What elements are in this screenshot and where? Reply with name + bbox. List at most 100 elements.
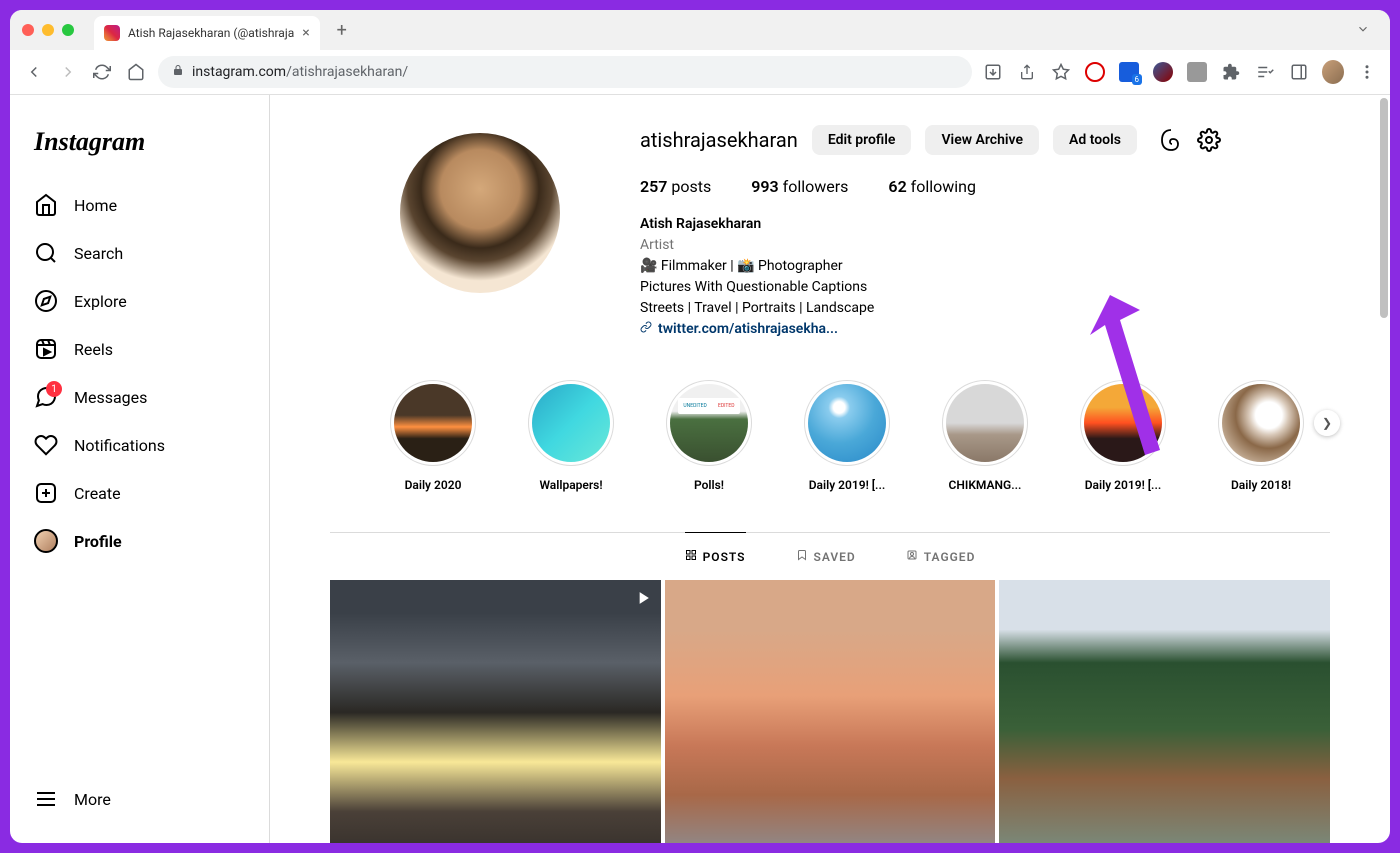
bio-line: 🎥 Filmmaker | 📸 Photographer xyxy=(640,256,1330,277)
sidebar-item-profile[interactable]: Profile xyxy=(22,517,257,565)
profile-avatar-icon[interactable] xyxy=(1322,61,1344,83)
tab-title: Atish Rajasekharan (@atishraja xyxy=(128,26,294,40)
scrollbar[interactable] xyxy=(1380,98,1388,318)
lock-icon xyxy=(172,64,184,80)
highlights-next-button[interactable]: ❯ xyxy=(1314,410,1340,436)
profile-actions-row: atishrajasekharan Edit profile View Arch… xyxy=(640,125,1330,155)
browser-tab[interactable]: Atish Rajasekharan (@atishraja × xyxy=(94,16,320,50)
sidebar-item-messages[interactable]: 1 Messages xyxy=(22,373,257,421)
home-icon xyxy=(34,193,58,217)
sidebar-item-notifications[interactable]: Notifications xyxy=(22,421,257,469)
sidebar-item-home[interactable]: Home xyxy=(22,181,257,229)
nav-label: Profile xyxy=(74,532,122,551)
profile-avatar-icon xyxy=(34,529,58,553)
browser-toolbar: instagram.com/atishrajasekharan/ 6 xyxy=(10,50,1390,94)
new-tab-button[interactable]: + xyxy=(328,16,356,44)
tab-bar: Atish Rajasekharan (@atishraja × + xyxy=(10,10,1390,50)
close-tab-button[interactable]: × xyxy=(302,25,309,41)
nav-label: Reels xyxy=(74,340,113,359)
threads-icon[interactable] xyxy=(1159,128,1183,152)
messages-icon: 1 xyxy=(34,385,58,409)
tab-tagged[interactable]: TAGGED xyxy=(906,532,976,580)
link-icon xyxy=(640,319,652,340)
reading-list-icon[interactable] xyxy=(1254,61,1276,83)
nav-label: Messages xyxy=(74,388,147,407)
extension-bitwarden-icon[interactable]: 6 xyxy=(1118,61,1140,83)
bio-name: Atish Rajasekharan xyxy=(640,214,1330,235)
browser-chrome: Atish Rajasekharan (@atishraja × + xyxy=(10,10,1390,95)
minimize-window-button[interactable] xyxy=(42,24,54,36)
bio-line: Streets | Travel | Portraits | Landscape xyxy=(640,298,1330,319)
nav-label: Create xyxy=(74,484,121,503)
profile-tabs: POSTS SAVED TAGGED xyxy=(330,532,1330,580)
tab-posts[interactable]: POSTS xyxy=(685,532,746,580)
extension-icon-4[interactable] xyxy=(1186,61,1208,83)
highlight-item[interactable]: Daily 2020 xyxy=(380,380,486,492)
extension-icon-3[interactable] xyxy=(1152,61,1174,83)
extension-ublock-icon[interactable] xyxy=(1084,61,1106,83)
sidebar-item-explore[interactable]: Explore xyxy=(22,277,257,325)
url-text: instagram.com/atishrajasekharan/ xyxy=(192,64,408,80)
address-bar[interactable]: instagram.com/atishrajasekharan/ xyxy=(158,56,972,88)
back-button[interactable] xyxy=(22,60,46,84)
forward-button[interactable] xyxy=(56,60,80,84)
reel-indicator-icon xyxy=(633,588,653,612)
main-content: atishrajasekharan Edit profile View Arch… xyxy=(270,95,1390,843)
instagram-favicon-icon xyxy=(104,25,120,41)
menu-dots-icon[interactable] xyxy=(1356,61,1378,83)
sidepanel-icon[interactable] xyxy=(1288,61,1310,83)
sidebar-item-search[interactable]: Search xyxy=(22,229,257,277)
highlight-item[interactable]: Wallpapers! xyxy=(518,380,624,492)
extensions-puzzle-icon[interactable] xyxy=(1220,61,1242,83)
tab-saved[interactable]: SAVED xyxy=(796,532,856,580)
instagram-sidebar: Instagram Home Search Explore Reels 1 xyxy=(10,95,270,843)
share-icon[interactable] xyxy=(1016,61,1038,83)
profile-header: atishrajasekharan Edit profile View Arch… xyxy=(330,125,1330,340)
search-icon xyxy=(34,241,58,265)
home-button[interactable] xyxy=(124,60,148,84)
bookmark-star-icon[interactable] xyxy=(1050,61,1072,83)
grid-icon xyxy=(685,549,697,564)
ad-tools-button[interactable]: Ad tools xyxy=(1053,125,1137,155)
sidebar-item-create[interactable]: Create xyxy=(22,469,257,517)
post-item[interactable] xyxy=(999,580,1330,843)
messages-badge: 1 xyxy=(46,381,62,397)
traffic-lights xyxy=(22,24,74,36)
tabs-dropdown-button[interactable] xyxy=(1348,17,1378,44)
nav-label: More xyxy=(74,790,111,809)
reload-button[interactable] xyxy=(90,60,114,84)
profile-info: atishrajasekharan Edit profile View Arch… xyxy=(640,125,1330,340)
profile-bio: Atish Rajasekharan Artist 🎥 Filmmaker | … xyxy=(640,214,1330,340)
bookmark-icon xyxy=(796,549,808,564)
tagged-icon xyxy=(906,549,918,564)
highlight-item[interactable]: Daily 2019! [... xyxy=(794,380,900,492)
close-window-button[interactable] xyxy=(22,24,34,36)
highlight-item[interactable]: UNEDITEDEDITEDPolls! xyxy=(656,380,762,492)
plus-square-icon xyxy=(34,481,58,505)
nav-label: Search xyxy=(74,244,123,263)
maximize-window-button[interactable] xyxy=(62,24,74,36)
view-archive-button[interactable]: View Archive xyxy=(925,125,1039,155)
bio-link[interactable]: twitter.com/atishrajasekha... xyxy=(640,319,1330,340)
posts-grid xyxy=(330,580,1330,843)
profile-stats: 257 posts 993 followers 62 following xyxy=(640,177,1330,196)
highlight-item[interactable]: Daily 2018! xyxy=(1208,380,1314,492)
instagram-logo[interactable]: Instagram xyxy=(22,119,257,181)
post-item[interactable] xyxy=(665,580,996,843)
highlight-item[interactable]: CHIKMANG... xyxy=(932,380,1038,492)
install-icon[interactable] xyxy=(982,61,1004,83)
edit-profile-button[interactable]: Edit profile xyxy=(812,125,912,155)
post-item[interactable] xyxy=(330,580,661,843)
profile-picture[interactable] xyxy=(400,133,560,293)
settings-gear-icon[interactable] xyxy=(1197,128,1221,152)
sidebar-item-more[interactable]: More xyxy=(22,775,258,823)
sidebar-item-reels[interactable]: Reels xyxy=(22,325,257,373)
following-stat[interactable]: 62 following xyxy=(888,177,976,196)
posts-stat[interactable]: 257 posts xyxy=(640,177,711,196)
bio-line: Pictures With Questionable Captions xyxy=(640,277,1330,298)
story-highlights: Daily 2020 Wallpapers! UNEDITEDEDITEDPol… xyxy=(330,380,1330,492)
heart-icon xyxy=(34,433,58,457)
followers-stat[interactable]: 993 followers xyxy=(751,177,848,196)
highlight-item[interactable]: Daily 2019! [... xyxy=(1070,380,1176,492)
compass-icon xyxy=(34,289,58,313)
